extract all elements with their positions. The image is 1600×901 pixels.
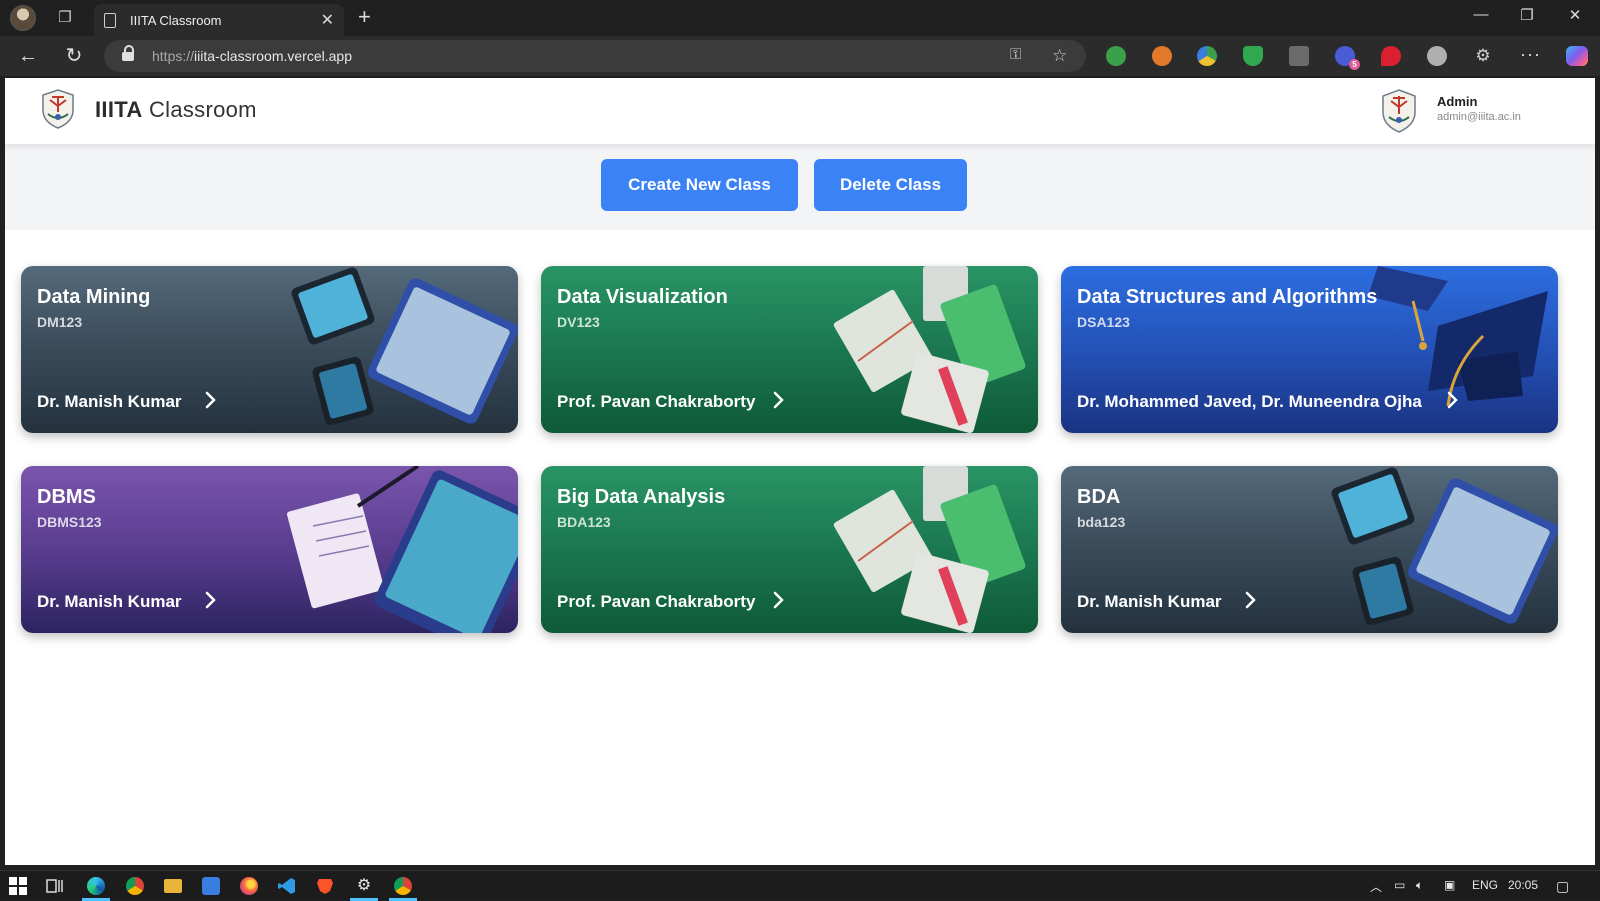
store-icon[interactable] [202, 877, 220, 895]
brand-light: Classroom [148, 97, 257, 122]
extension-cookie-icon[interactable] [1152, 46, 1172, 66]
extension-owl-icon[interactable] [1427, 46, 1447, 66]
brand-bold: IIITA [95, 97, 143, 122]
class-title: Data Mining [37, 286, 151, 308]
iiita-logo-icon[interactable] [37, 88, 79, 130]
more-options-icon[interactable]: ··· [1520, 44, 1541, 65]
chevron-right-icon[interactable] [770, 389, 788, 411]
page-viewport: IIITA Classroom Admin admin@iiita.ac.in … [5, 78, 1595, 865]
task-view-icon[interactable] [46, 877, 64, 895]
browser-tab-strip: ❐ IIITA Classroom ✕ + — ❐ ✕ [0, 0, 1600, 36]
close-window-icon[interactable]: ✕ [1560, 6, 1590, 24]
page-icon [104, 13, 116, 28]
brand-name: IIITA Classroom [95, 97, 257, 123]
class-card-bda[interactable]: BDA bda123 Dr. Manish Kumar [1061, 466, 1558, 633]
chevron-right-icon[interactable] [202, 389, 220, 411]
edge-icon[interactable] [87, 877, 105, 895]
extension-color-icon[interactable] [1197, 46, 1217, 66]
taskbar: ⚙ ︿ ▭ 🔈︎ ▣ ENG 20:05 ▢ [0, 870, 1600, 901]
extension-shield-icon[interactable] [1243, 46, 1263, 66]
back-icon[interactable]: ← [16, 44, 40, 68]
user-email: admin@iiita.ac.in [1437, 111, 1521, 123]
chevron-right-icon[interactable] [202, 589, 220, 611]
firefox-icon[interactable] [240, 877, 258, 895]
books-illustration [833, 466, 1026, 633]
browser-toolbar: ← ↻ https://iiita-classroom.vercel.app ⚿… [0, 36, 1600, 76]
delete-class-button[interactable]: Delete Class [814, 159, 967, 211]
user-avatar-logo-icon[interactable] [1378, 88, 1420, 134]
extension-pin-icon[interactable] [1381, 46, 1401, 66]
class-card-dbms[interactable]: DBMS DBMS123 Dr. Manish Kumar [21, 466, 518, 633]
chevron-right-icon[interactable] [1444, 389, 1462, 411]
new-tab-icon[interactable]: + [358, 5, 371, 29]
extension-plus-icon[interactable] [1106, 46, 1126, 66]
class-card-data-visualization[interactable]: Data Visualization DV123 Prof. Pavan Cha… [541, 266, 1038, 433]
class-teacher: Prof. Pavan Chakraborty [557, 392, 756, 411]
notifications-icon[interactable]: ▢ [1556, 878, 1569, 895]
class-teacher: Dr. Manish Kumar [1077, 592, 1222, 611]
class-title: Data Structures and Algorithms [1077, 286, 1378, 308]
clock[interactable]: 20:05 [1508, 878, 1538, 892]
extension-badge-icon[interactable]: 5 [1335, 46, 1360, 70]
volume-icon[interactable]: 🔈︎ [1416, 878, 1423, 893]
file-explorer-icon[interactable] [164, 879, 182, 893]
lock-icon[interactable] [122, 45, 134, 63]
extension-fb-icon[interactable] [1289, 46, 1309, 66]
minimize-icon[interactable]: — [1466, 6, 1496, 23]
chrome-app-icon[interactable] [394, 877, 412, 895]
class-code: DM123 [37, 314, 83, 330]
reload-icon[interactable]: ↻ [62, 44, 86, 68]
create-new-class-button[interactable]: Create New Class [601, 159, 798, 211]
class-title: Big Data Analysis [557, 486, 726, 508]
class-teacher: Prof. Pavan Chakraborty [557, 592, 756, 611]
tray-chevron-icon[interactable]: ︿ [1370, 878, 1382, 895]
user-name: Admin [1437, 94, 1478, 109]
language-indicator[interactable]: ENG [1472, 878, 1498, 892]
extension-badge-count: 5 [1349, 59, 1360, 70]
laptop-tablet-illustration [291, 267, 518, 426]
class-code: bda123 [1077, 514, 1126, 530]
chevron-right-icon[interactable] [770, 589, 788, 611]
browser-tab[interactable]: IIITA Classroom ✕ [94, 4, 344, 36]
url-host: iiita-classroom.vercel.app [194, 48, 352, 64]
address-bar[interactable]: https://iiita-classroom.vercel.app ⚿ ☆ [104, 40, 1086, 72]
class-teacher: Dr. Mohammed Javed, Dr. Muneendra Ojha [1077, 392, 1422, 411]
url-text[interactable]: https://iiita-classroom.vercel.app [152, 48, 352, 64]
books-illustration [833, 266, 1026, 433]
class-title: BDA [1077, 486, 1121, 508]
class-card-data-structures-and-algorithms[interactable]: Data Structures and Algorithms DSA123 Dr… [1061, 266, 1558, 433]
class-title: DBMS [37, 486, 96, 508]
class-code: BDA123 [557, 514, 611, 530]
notebook-laptop-illustration [286, 466, 518, 633]
key-icon[interactable]: ⚿ [1010, 46, 1021, 63]
extensions-puzzle-icon[interactable]: ⚙ [1473, 46, 1493, 66]
laptop-tablet-illustration [1331, 467, 1558, 626]
class-card-data-mining[interactable]: Data Mining DM123 Dr. Manish Kumar [21, 266, 518, 433]
class-code: DBMS123 [37, 514, 102, 530]
restore-icon[interactable]: ❐ [1512, 6, 1542, 24]
chevron-right-icon[interactable] [1242, 589, 1260, 611]
battery-icon[interactable]: ▭ [1394, 878, 1405, 892]
class-code: DSA123 [1077, 314, 1130, 330]
close-tab-icon[interactable]: ✕ [321, 10, 334, 30]
workspaces-icon[interactable]: ❐ [54, 7, 76, 29]
profile-avatar[interactable] [10, 5, 36, 31]
tab-title: IIITA Classroom [130, 13, 222, 28]
brave-icon[interactable] [316, 877, 334, 895]
favorite-star-icon[interactable]: ☆ [1052, 46, 1067, 66]
class-teacher: Dr. Manish Kumar [37, 592, 182, 611]
vscode-icon[interactable] [278, 877, 296, 895]
settings-gear-icon[interactable]: ⚙ [355, 877, 373, 895]
chrome-icon[interactable] [126, 877, 144, 895]
class-code: DV123 [557, 314, 600, 330]
class-title: Data Visualization [557, 286, 728, 308]
windows-start-icon[interactable] [9, 877, 27, 895]
class-teacher: Dr. Manish Kumar [37, 392, 182, 411]
app-header: IIITA Classroom Admin admin@iiita.ac.in [5, 78, 1595, 144]
network-icon[interactable]: ▣ [1444, 878, 1455, 892]
action-bar: Create New Class Delete Class [5, 144, 1595, 230]
class-card-big-data-analysis[interactable]: Big Data Analysis BDA123 Prof. Pavan Cha… [541, 466, 1038, 633]
copilot-icon[interactable] [1566, 46, 1588, 66]
url-protocol: https:// [152, 48, 195, 64]
